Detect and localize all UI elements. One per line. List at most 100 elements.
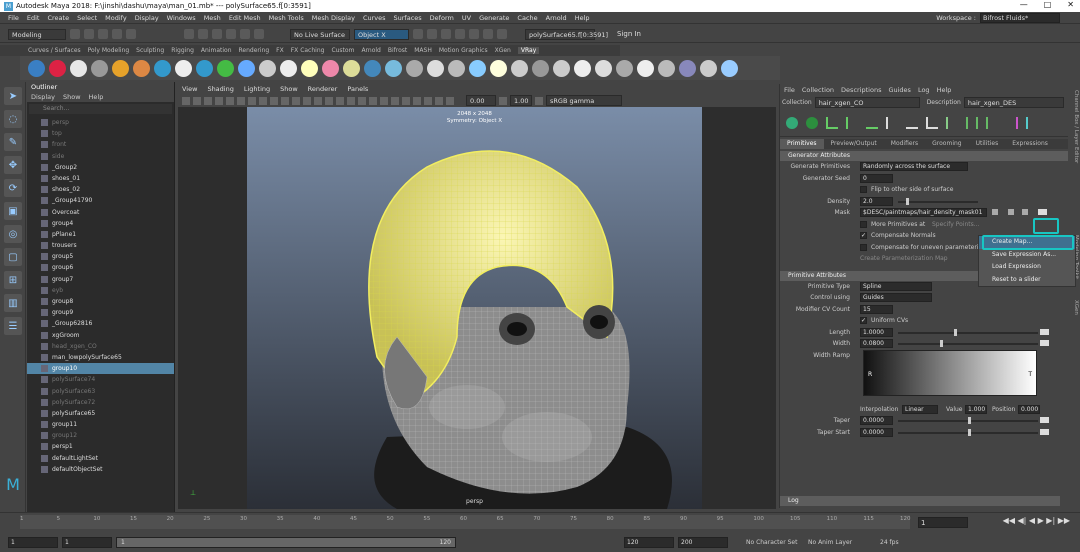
- match-guide-icon[interactable]: [926, 116, 938, 129]
- normalize-guide-icon[interactable]: [906, 117, 918, 129]
- select-component-icon[interactable]: [212, 29, 222, 39]
- shelf-tool-icon[interactable]: [364, 59, 381, 77]
- outliner-menu-help[interactable]: Help: [89, 92, 104, 102]
- layout-four-icon[interactable]: ⊞: [4, 271, 22, 289]
- more-checkbox[interactable]: [860, 220, 867, 228]
- range-end-field[interactable]: 120: [624, 537, 674, 548]
- menu-arnold[interactable]: Arnold: [546, 14, 567, 22]
- end-frame-field[interactable]: 200: [678, 537, 728, 548]
- xgen-tab-preview-output[interactable]: Preview/Output: [824, 139, 884, 149]
- time-ticks[interactable]: 1 5 10 15 20 25 30 35 40 45 50 55 60 65 70 75 80 85 90 95 10…: [20, 515, 911, 529]
- viewport-menu-show[interactable]: Show: [280, 84, 298, 94]
- menu-file[interactable]: File: [8, 14, 19, 22]
- outliner-item[interactable]: group7: [27, 274, 174, 285]
- width-field[interactable]: 0.0800: [860, 339, 893, 348]
- shelf-tab-arnold[interactable]: Arnold: [361, 47, 380, 54]
- exposure-field[interactable]: 0.00: [466, 95, 496, 106]
- backface-icon[interactable]: [446, 96, 454, 105]
- popup-item-reset-to-a-slider[interactable]: Reset to a slider: [979, 274, 1075, 287]
- lights-icon[interactable]: [336, 96, 344, 105]
- shelf-tab-curves-surfaces[interactable]: Curves / Surfaces: [28, 47, 81, 54]
- move-guide-icon[interactable]: [846, 116, 858, 129]
- shelf-tool-icon[interactable]: [700, 59, 717, 77]
- image-plane-icon[interactable]: [204, 96, 212, 105]
- time-slider[interactable]: 1 5 10 15 20 25 30 35 40 45 50 55 60 65 70 75 80 85 90 95 10…: [0, 512, 1080, 532]
- shelf-tool-icon[interactable]: [595, 59, 612, 77]
- viewport-menu-lighting[interactable]: Lighting: [244, 84, 270, 94]
- outliner-item[interactable]: polySurface74: [27, 374, 174, 385]
- snap-grid-icon[interactable]: [226, 29, 236, 39]
- show-manip-icon[interactable]: ◎: [4, 225, 22, 243]
- taper-expression-icon[interactable]: [1040, 417, 1049, 423]
- shelf-tool-icon[interactable]: [679, 59, 696, 77]
- xgen-tab-modifiers[interactable]: Modifiers: [884, 139, 925, 149]
- width-ramp[interactable]: R T: [863, 349, 1037, 396]
- outliner-item[interactable]: group4: [27, 218, 174, 229]
- menu-edit[interactable]: Edit: [27, 14, 40, 22]
- outliner-item[interactable]: shoes_02: [27, 184, 174, 195]
- colorspace-dropdown[interactable]: sRGB gamma: [546, 95, 622, 106]
- menu-modify[interactable]: Modify: [105, 14, 127, 22]
- mask-field[interactable]: $DESC/paintmaps/hair_density_mask01: [860, 208, 987, 217]
- log-section[interactable]: Log: [780, 496, 1060, 506]
- current-frame-field[interactable]: 1: [918, 517, 968, 528]
- viewport-menu-shading[interactable]: Shading: [207, 84, 233, 94]
- shelf-tool-icon[interactable]: [238, 59, 255, 77]
- shelf-tool-icon[interactable]: [343, 59, 360, 77]
- menu-curves[interactable]: Curves: [363, 14, 386, 22]
- shelf-tab-motion-graphics[interactable]: Motion Graphics: [439, 47, 488, 54]
- viewport-menu-renderer[interactable]: Renderer: [308, 84, 338, 94]
- xgen-tab-primitives[interactable]: Primitives: [780, 139, 824, 149]
- ptype-dropdown[interactable]: Spline: [860, 281, 932, 291]
- start-frame-field[interactable]: 1: [8, 537, 58, 548]
- ipr-icon[interactable]: [427, 29, 437, 39]
- xgen-tab-utilities[interactable]: Utilities: [969, 139, 1006, 149]
- select-tool-icon[interactable]: ➤: [4, 87, 22, 105]
- xgen-menu-log[interactable]: Log: [918, 84, 930, 96]
- outliner-item[interactable]: group6: [27, 262, 174, 273]
- field-chart-icon[interactable]: [259, 96, 267, 105]
- menu-edit-mesh[interactable]: Edit Mesh: [229, 14, 261, 22]
- xgen-menu-help[interactable]: Help: [937, 84, 952, 96]
- menu-generate[interactable]: Generate: [479, 14, 509, 22]
- xgen-menu-descriptions[interactable]: Descriptions: [841, 84, 881, 96]
- taperstart-field[interactable]: 0.0000: [860, 427, 893, 437]
- add-guide-icon[interactable]: [826, 116, 838, 129]
- menu-help[interactable]: Help: [575, 14, 590, 22]
- textured-icon[interactable]: [325, 96, 333, 105]
- move-tool-icon[interactable]: ✥: [4, 156, 22, 174]
- outliner-item[interactable]: xgGroom: [27, 330, 174, 341]
- create-description-icon[interactable]: [786, 116, 798, 129]
- mask-edit-icon[interactable]: [992, 209, 998, 215]
- shelf-tool-icon[interactable]: [112, 59, 129, 77]
- charset-dropdown[interactable]: No Character Set: [746, 539, 804, 546]
- playblast-icon[interactable]: [497, 29, 507, 39]
- collection-dropdown[interactable]: hair_xgen_CO: [814, 97, 920, 108]
- open-scene-icon[interactable]: [84, 29, 94, 39]
- grid-icon[interactable]: [215, 96, 223, 105]
- taperstart-slider[interactable]: [898, 428, 1038, 436]
- menu-mesh-display[interactable]: Mesh Display: [312, 14, 355, 22]
- shelf-tool-icon[interactable]: [532, 59, 549, 77]
- film-gate-icon[interactable]: [226, 96, 234, 105]
- popup-item-load-expression[interactable]: Load Expression: [979, 261, 1075, 274]
- outliner-item[interactable]: group11: [27, 419, 174, 430]
- layout-single-icon[interactable]: ▢: [4, 248, 22, 266]
- shelf-tab-animation[interactable]: Animation: [201, 47, 232, 54]
- shelf-tool-icon[interactable]: [511, 59, 528, 77]
- pos-field[interactable]: 0.000: [1018, 404, 1040, 414]
- shelf-tab-fx-caching[interactable]: FX Caching: [291, 47, 325, 54]
- safe-action-icon[interactable]: [270, 96, 278, 105]
- dof-icon[interactable]: [391, 96, 399, 105]
- resolution-gate-icon[interactable]: [237, 96, 245, 105]
- outliner-item[interactable]: shoes_01: [27, 173, 174, 184]
- shelf-tool-icon[interactable]: [406, 59, 423, 77]
- undo-icon[interactable]: [112, 29, 122, 39]
- outliner-item[interactable]: group8: [27, 296, 174, 307]
- shelf-tool-icon[interactable]: [448, 59, 465, 77]
- shelf-tool-icon[interactable]: [259, 59, 276, 77]
- shelf-tool-icon[interactable]: [70, 59, 87, 77]
- xray-joints-icon[interactable]: [424, 96, 432, 105]
- menu-cache[interactable]: Cache: [517, 14, 537, 22]
- menu-windows[interactable]: Windows: [167, 14, 196, 22]
